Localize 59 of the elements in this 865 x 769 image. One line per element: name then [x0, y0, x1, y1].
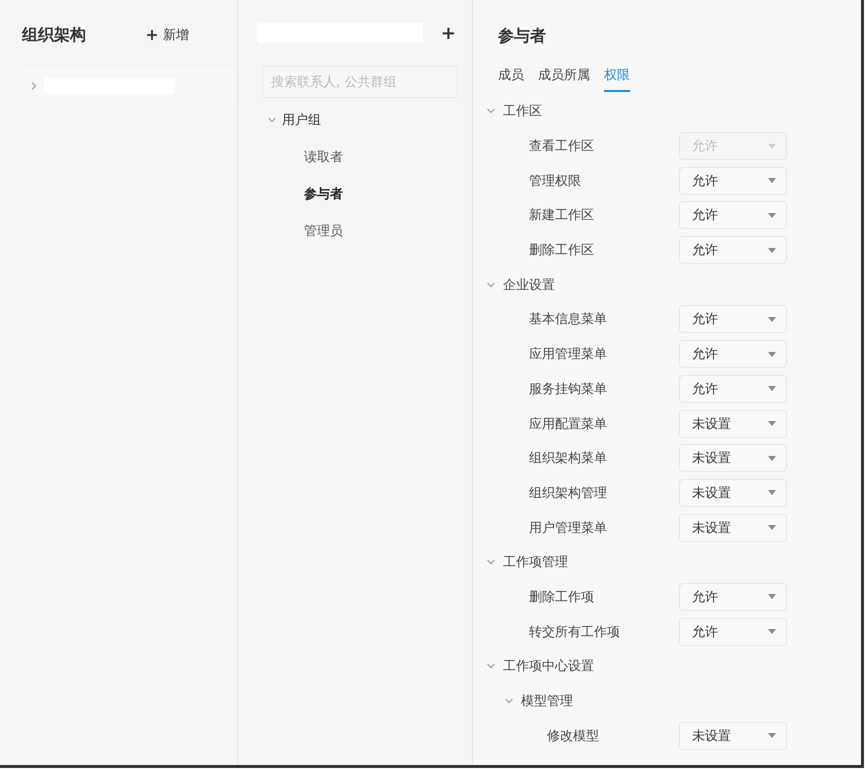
- caret-icon: [768, 421, 776, 426]
- permission-label: 组织架构菜单: [528, 450, 608, 468]
- caret-icon: [768, 456, 776, 461]
- permission-select[interactable]: 允许: [679, 305, 787, 334]
- permission-select[interactable]: 未设置: [679, 722, 787, 750]
- section-label: 工作项管理: [503, 554, 568, 572]
- section-label: 工作区: [503, 103, 542, 120]
- permission-label: 服务挂钩菜单: [528, 380, 608, 398]
- permission-select[interactable]: 允许: [679, 236, 787, 264]
- permission-select[interactable]: 允许: [679, 582, 787, 611]
- caret-icon: [768, 316, 776, 322]
- tree-group[interactable]: 用户组: [238, 102, 472, 138]
- caret-icon: [768, 733, 776, 738]
- permission-select[interactable]: 允许: [679, 166, 787, 195]
- permission-select[interactable]: 未设置: [679, 514, 787, 542]
- permission-select[interactable]: 允许: [679, 340, 787, 368]
- caret-icon: [768, 594, 776, 600]
- section-label: 工作项中心设置: [503, 658, 594, 676]
- group-item[interactable]: 参与者: [304, 175, 472, 212]
- section-label: 模型管理: [521, 693, 573, 710]
- permission-label: 删除工作区: [528, 242, 595, 260]
- caret-icon: [768, 490, 776, 496]
- section-label: 企业设置: [503, 276, 555, 294]
- permission-select[interactable]: 未设置: [679, 410, 787, 438]
- permission-label: 用户管理菜单: [528, 520, 608, 537]
- permission-label: 应用管理菜单: [528, 346, 608, 364]
- caret-icon: [768, 248, 776, 253]
- add-button[interactable]: +: [440, 22, 456, 44]
- permission-label: 新建工作区: [528, 207, 595, 224]
- caret-icon: [768, 212, 776, 218]
- permission-label: 组织架构管理: [528, 484, 608, 502]
- caret-icon: [768, 629, 776, 634]
- tab[interactable]: 成员所属: [538, 64, 590, 92]
- permission-select[interactable]: 允许: [679, 618, 787, 646]
- permission-label: 修改模型: [546, 728, 600, 745]
- caret-icon: [768, 144, 776, 149]
- permission-select[interactable]: 允许: [679, 374, 787, 403]
- permission-label: 基本信息菜单: [528, 311, 608, 328]
- permission-label: 转交所有工作项: [528, 624, 621, 641]
- group-item[interactable]: 读取者: [304, 138, 472, 175]
- group-item[interactable]: 管理员: [304, 212, 472, 249]
- panel-title: 参与者: [497, 25, 547, 47]
- permission-select[interactable]: 未设置: [679, 444, 787, 472]
- panel-title: 组织架构: [22, 24, 86, 46]
- caret-icon: [768, 386, 776, 392]
- plus-icon: [147, 30, 157, 40]
- tab[interactable]: 成员: [498, 64, 524, 92]
- permission-label: 查看工作区: [528, 138, 595, 156]
- permission-label: 删除工作项: [528, 588, 595, 606]
- caret-icon: [768, 178, 776, 184]
- permission-label: 管理权限: [528, 172, 582, 190]
- permission-select[interactable]: 允许: [679, 201, 787, 230]
- permission-select[interactable]: 未设置: [679, 478, 787, 507]
- permission-label: 应用配置菜单: [528, 416, 608, 433]
- search-field[interactable]: 搜索联系人, 公共群组: [262, 66, 458, 98]
- caret-icon: [768, 525, 776, 530]
- group-label: 用户组: [282, 112, 321, 129]
- caret-icon: [768, 352, 776, 357]
- add-button[interactable]: 新增: [147, 26, 189, 44]
